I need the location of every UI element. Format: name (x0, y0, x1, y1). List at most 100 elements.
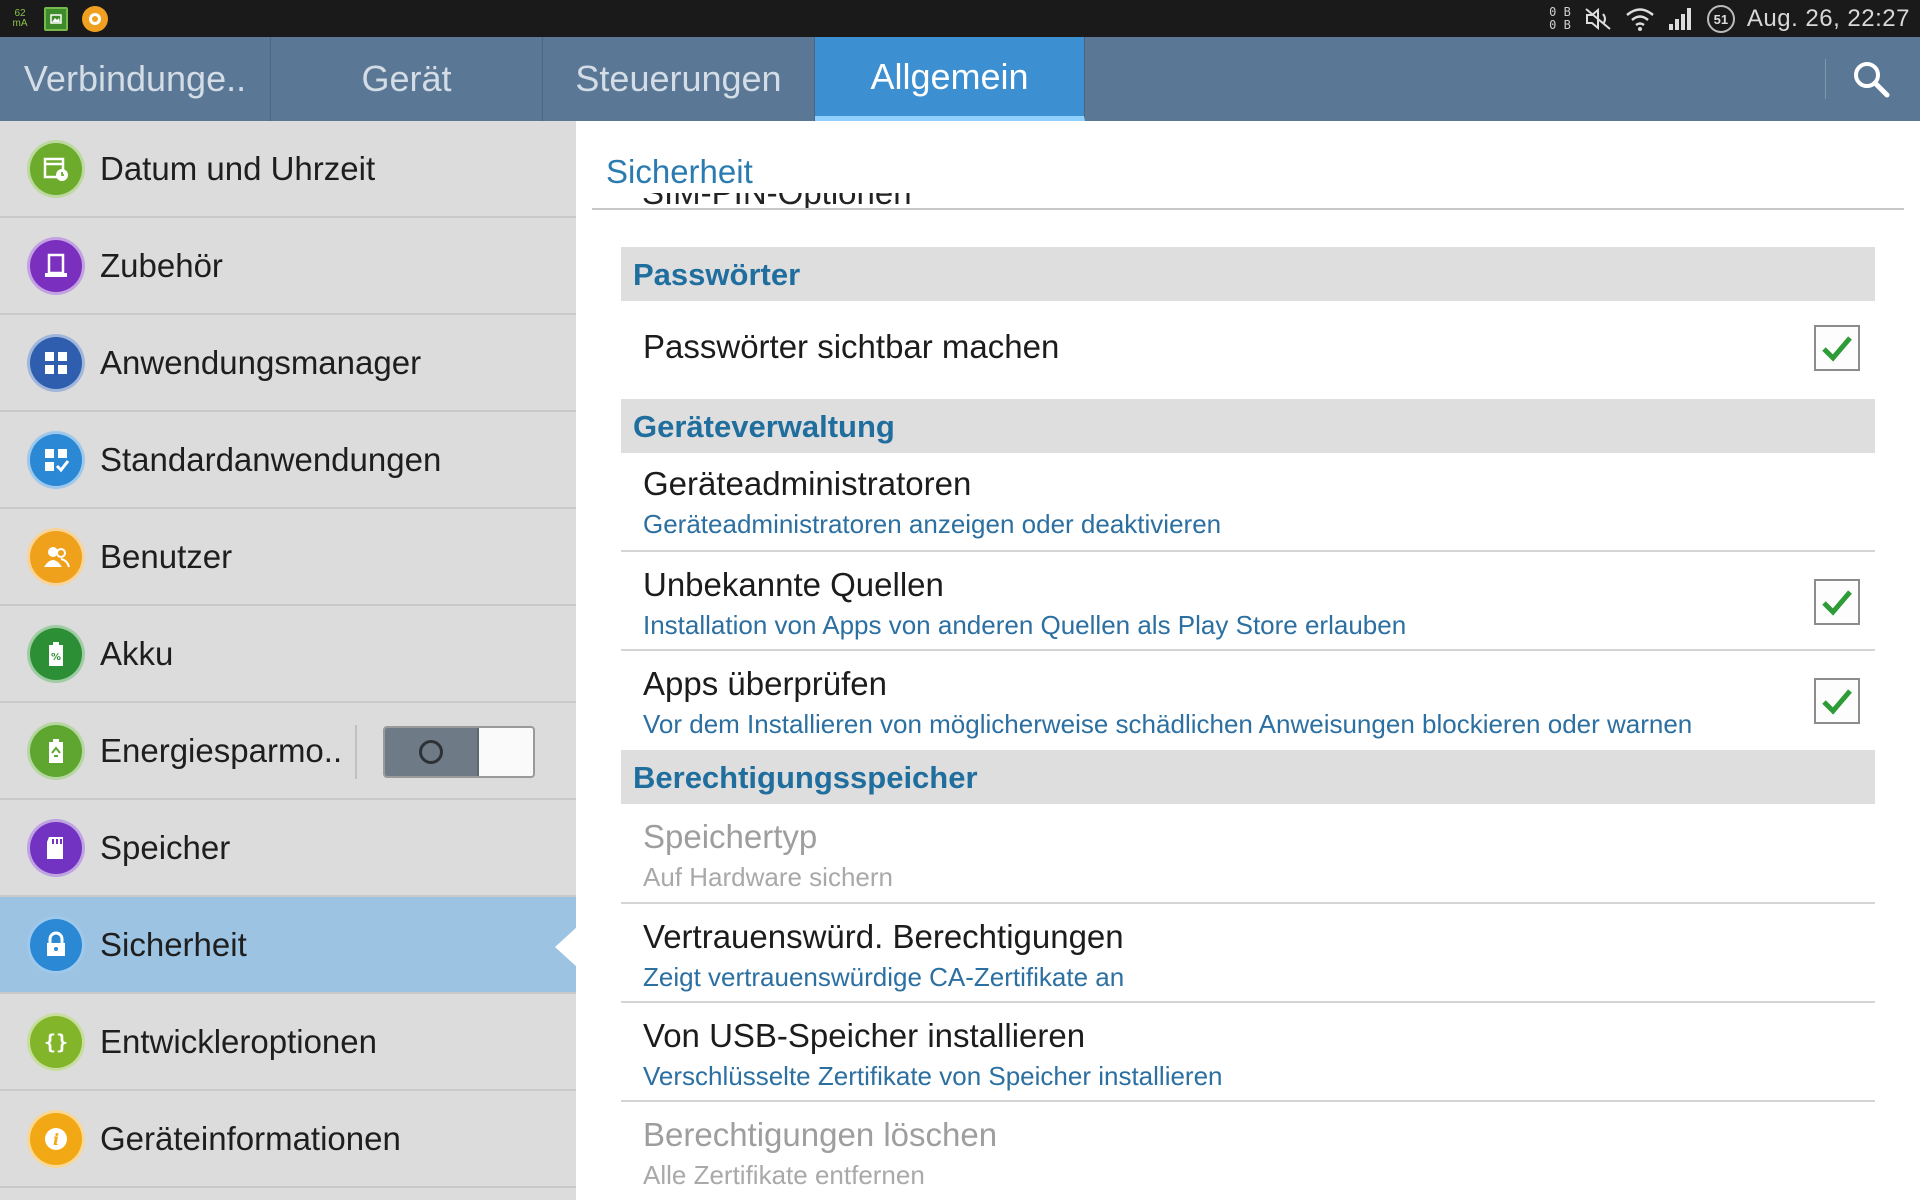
checkbox-unbekannte-quellen[interactable] (1814, 579, 1860, 625)
svg-text:i: i (53, 1130, 59, 1149)
wifi-icon (1625, 6, 1655, 32)
sidebar-item-geraeteinformationen[interactable]: i Geräteinformationen (0, 1091, 576, 1188)
search-icon (1854, 62, 1890, 98)
sidebar-item-anwendungsmanager[interactable]: Anwendungsmanager (0, 315, 576, 412)
setting-title: Speichertyp (643, 818, 818, 855)
sidebar-item-label: Datum und Uhrzeit (100, 149, 376, 187)
sidebar-item-label: Zubehör (100, 246, 223, 284)
setting-geraeteadministratoren[interactable]: Geräteadministratoren Geräteadministrato… (621, 453, 1875, 552)
setting-subtitle: Geräteadministratoren anzeigen oder deak… (643, 509, 1222, 539)
apps-grid-icon (27, 333, 85, 392)
tab-bar: Verbindunge.. Gerät Steuerungen Allgemei… (0, 37, 1920, 121)
app-notification-icon (82, 6, 108, 32)
sidebar-item-akku[interactable]: % Akku (0, 606, 576, 703)
notification-icons: 62 mA (10, 4, 108, 34)
signal-icon (1667, 6, 1695, 32)
setting-title: Unbekannte Quellen (643, 566, 944, 603)
section-header-passwoerter: Passwörter (621, 247, 1875, 301)
data-traffic-indicator: 0 B 0 B (1549, 6, 1571, 32)
accessory-icon (27, 236, 85, 295)
setting-title: Apps überprüfen (643, 665, 888, 702)
data-down-value: 0 B (1549, 18, 1571, 32)
power-saving-toggle[interactable] (383, 726, 535, 778)
setting-berechtigungen-loeschen: Berechtigungen löschen Alle Zertifikate … (621, 1102, 1875, 1200)
settings-sidebar: Datum und Uhrzeit Zubehör Anwendungsmana… (0, 121, 576, 1200)
sidebar-item-label: Speicher (100, 828, 231, 866)
sidebar-item-label: Akku (100, 634, 174, 672)
mute-icon (1583, 6, 1613, 32)
power-saving-icon (27, 721, 85, 780)
sidebar-item-datum-uhrzeit[interactable]: Datum und Uhrzeit (0, 121, 576, 218)
setting-subtitle: Alle Zertifikate entfernen (643, 1160, 925, 1190)
scrolled-item-remnant: SIM-PIN-Optionen (642, 193, 912, 209)
section-header-label: Berechtigungsspeicher (633, 760, 978, 795)
security-settings-panel: Sicherheit SIM-PIN-Optionen Passwörter P… (576, 121, 1920, 1200)
setting-vertrauenswuerdige-berechtigungen[interactable]: Vertrauenswürd. Berechtigungen Zeigt ver… (621, 904, 1875, 1003)
setting-subtitle: Verschlüsselte Zertifikate von Speicher … (643, 1061, 1223, 1091)
calendar-clock-icon (27, 139, 85, 198)
sidebar-item-zubehoer[interactable]: Zubehör (0, 218, 576, 315)
sidebar-item-benutzer[interactable]: Benutzer (0, 509, 576, 606)
checkmark-icon (1822, 590, 1852, 616)
tab-geraet[interactable]: Gerät (271, 37, 543, 121)
usb-current-indicator: 62 mA (10, 9, 30, 29)
system-icons: 0 B 0 B 51 Aug. 26, 22:27 (1549, 2, 1910, 36)
setting-title: Von USB-Speicher installieren (643, 1017, 1086, 1054)
sd-card-icon (27, 818, 85, 877)
sidebar-item-label: Energiesparmo.. (100, 731, 343, 769)
setting-passwoerter-sichtbar[interactable]: Passwörter sichtbar machen (621, 301, 1875, 393)
braces-icon: {} (27, 1012, 85, 1071)
checkbox-passwoerter-sichtbar[interactable] (1814, 325, 1860, 371)
checkbox-apps-ueberpruefen[interactable] (1814, 678, 1860, 724)
setting-title: Passwörter sichtbar machen (643, 328, 1060, 365)
sidebar-item-label: Benutzer (100, 537, 233, 575)
tab-steuerungen[interactable]: Steuerungen (543, 37, 815, 121)
setting-von-usb-speicher-installieren[interactable]: Von USB-Speicher installieren Verschlüss… (621, 1003, 1875, 1102)
sidebar-item-label: Anwendungsmanager (100, 343, 422, 381)
section-header-label: Geräteverwaltung (633, 409, 895, 444)
svg-text:%: % (51, 652, 61, 663)
setting-speichertyp: Speichertyp Auf Hardware sichern (621, 804, 1875, 904)
lock-icon (27, 915, 85, 974)
battery-icon: % (27, 624, 85, 683)
svg-text:{}: {} (44, 1030, 68, 1054)
sidebar-item-label: Standardanwendungen (100, 440, 442, 478)
info-icon: i (27, 1109, 85, 1168)
sidebar-item-standardanwendungen[interactable]: Standardanwendungen (0, 412, 576, 509)
sidebar-item-label: Entwickleroptionen (100, 1022, 377, 1060)
tab-verbindungen[interactable]: Verbindunge.. (0, 37, 271, 121)
setting-apps-ueberpruefen[interactable]: Apps überprüfen Vor dem Installieren von… (621, 651, 1875, 750)
selection-arrow (555, 927, 576, 967)
status-bar: 62 mA 0 B 0 B 51 Aug. 26, 22:27 (0, 0, 1920, 37)
tabbar-divider (1825, 59, 1826, 99)
section-header-geraeteverwaltung: Geräteverwaltung (621, 399, 1875, 453)
status-datetime: Aug. 26, 22:27 (1746, 5, 1910, 32)
sidebar-item-sicherheit[interactable]: Sicherheit (0, 897, 576, 994)
sidebar-item-label: Geräteinformationen (100, 1119, 401, 1157)
page-title: Sicherheit (606, 153, 753, 190)
tab-allgemein[interactable]: Allgemein (815, 37, 1085, 121)
sidebar-item-entwickleroptionen[interactable]: {} Entwickleroptionen (0, 994, 576, 1091)
section-header-berechtigungsspeicher: Berechtigungsspeicher (621, 750, 1875, 804)
setting-subtitle: Vor dem Installieren von möglicherweise … (643, 709, 1693, 739)
sidebar-item-speicher[interactable]: Speicher (0, 800, 576, 897)
users-icon (27, 527, 85, 586)
setting-title: Berechtigungen löschen (643, 1116, 998, 1153)
setting-title: Geräteadministratoren (643, 465, 972, 502)
toggle-divider (355, 725, 357, 779)
title-divider (592, 208, 1904, 210)
setting-subtitle: Zeigt vertrauenswürdige CA-Zertifikate a… (643, 962, 1125, 992)
usb-current-unit: mA (12, 18, 28, 29)
sidebar-item-energiesparmodus[interactable]: Energiesparmo.. (0, 703, 576, 800)
section-header-label: Passwörter (633, 257, 801, 292)
checkmark-icon (1822, 689, 1852, 715)
setting-subtitle: Installation von Apps von anderen Quelle… (643, 610, 1407, 640)
toggle-knob (385, 728, 479, 776)
sidebar-item-label: Sicherheit (100, 925, 247, 963)
battery-level-icon: 51 (1706, 5, 1735, 33)
setting-title: Vertrauenswürd. Berechtigungen (643, 918, 1124, 955)
setting-unbekannte-quellen[interactable]: Unbekannte Quellen Installation von Apps… (621, 552, 1875, 651)
search-button[interactable] (1845, 53, 1897, 105)
checkmark-icon (1822, 336, 1852, 362)
default-apps-icon (27, 430, 85, 489)
